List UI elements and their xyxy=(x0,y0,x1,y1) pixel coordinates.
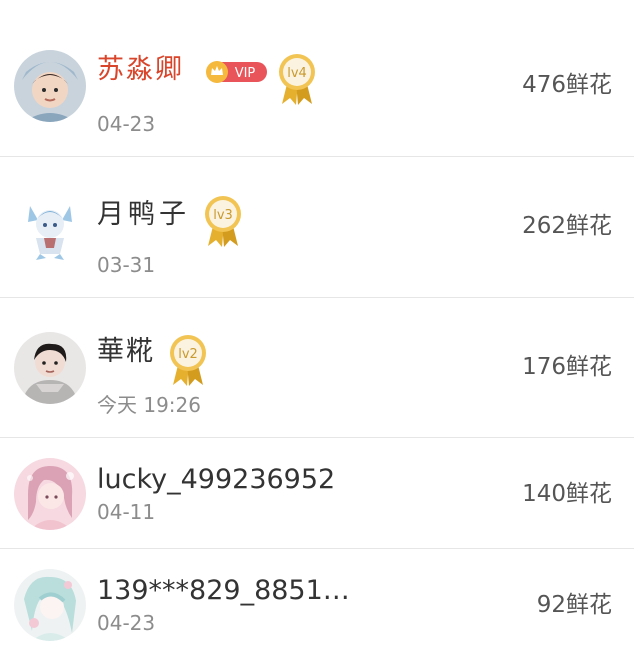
list-item[interactable]: lucky_499236952 04-11 140鲜花 xyxy=(0,438,634,549)
date: 03-31 xyxy=(97,253,156,277)
list-item[interactable]: 華糀 lv2 今天 19:26 176鲜花 xyxy=(0,298,634,438)
flower-count: 92鲜花 xyxy=(536,592,612,618)
vip-badge: VIP xyxy=(205,60,267,84)
username[interactable]: 139***829_8851… xyxy=(97,577,350,604)
level-label: lv2 xyxy=(178,347,198,362)
list-item[interactable]: 139***829_8851… 04-23 92鲜花 xyxy=(0,549,634,660)
username[interactable]: lucky_499236952 xyxy=(97,466,335,493)
date: 04-23 xyxy=(97,611,156,635)
level-label: lv4 xyxy=(287,66,307,81)
avatar[interactable] xyxy=(14,192,86,264)
date: 04-11 xyxy=(97,500,156,524)
level-medal-icon: lv4 xyxy=(276,52,318,106)
level-medal-icon: lv2 xyxy=(167,333,209,387)
flower-count: 262鲜花 xyxy=(522,213,612,239)
flower-count: 140鲜花 xyxy=(522,481,612,507)
vip-label: VIP xyxy=(235,66,256,81)
level-label: lv3 xyxy=(213,208,233,223)
avatar[interactable] xyxy=(14,458,86,530)
flower-ranking-list: 苏淼卿 VIP lv4 04-23 476鲜花 月鸭子 lv3 03-31 26… xyxy=(0,0,640,660)
flower-count: 176鲜花 xyxy=(522,354,612,380)
username[interactable]: 月鸭子 xyxy=(97,201,190,228)
date: 今天 19:26 xyxy=(97,393,201,417)
avatar[interactable] xyxy=(14,50,86,122)
username[interactable]: 華糀 xyxy=(97,338,155,365)
date: 04-23 xyxy=(97,112,156,136)
avatar[interactable] xyxy=(14,332,86,404)
list-item[interactable]: 月鸭子 lv3 03-31 262鲜花 xyxy=(0,157,634,298)
level-medal-icon: lv3 xyxy=(202,194,244,248)
username[interactable]: 苏淼卿 xyxy=(97,56,184,83)
flower-count: 476鲜花 xyxy=(522,72,612,98)
avatar[interactable] xyxy=(14,569,86,641)
list-item[interactable]: 苏淼卿 VIP lv4 04-23 476鲜花 xyxy=(0,0,634,157)
